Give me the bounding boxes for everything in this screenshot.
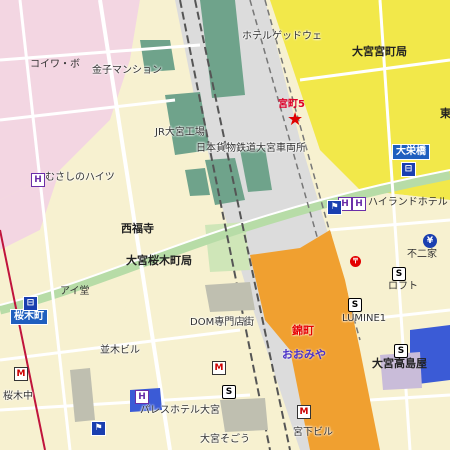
label-kaneko-mansion: 金子マンション <box>92 65 162 76</box>
label-kinko: コイワ・ボ <box>30 59 80 70</box>
map-view[interactable]: ホテルゲッドウェ 大宮宮町局 コイワ・ボ 金子マンション 宮町5 東 JR大宮工… <box>0 0 450 450</box>
rail-yard-building <box>185 168 210 196</box>
star-marker-icon[interactable]: ★ <box>287 111 303 129</box>
train-station-icon[interactable]: ⊟ <box>401 162 416 177</box>
label-hotel-gateway: ホテルゲッドウェ <box>242 31 322 42</box>
hotel-icon[interactable]: H <box>135 390 149 404</box>
label-omiya-takashimaya: 大宮高島屋 <box>372 357 427 370</box>
shop-icon[interactable]: S <box>392 267 406 281</box>
hotel-icon[interactable]: H <box>352 197 366 211</box>
label-miyashita-building: 宮下ビル <box>293 427 333 438</box>
label-omiya-bridge: 大栄橋 <box>392 144 430 160</box>
shop-icon[interactable]: S <box>222 385 236 399</box>
label-rofto: ロフト <box>388 281 418 292</box>
train-station-icon[interactable]: ⊟ <box>23 296 38 311</box>
label-saifukuji: 西福寺 <box>121 222 154 235</box>
fastfood-icon[interactable]: M <box>14 367 28 381</box>
police-icon[interactable]: ⚑ <box>91 421 106 436</box>
fastfood-icon[interactable]: M <box>212 361 226 375</box>
shop-icon[interactable]: S <box>348 298 362 312</box>
label-omiya-sogo: 大宮そごう <box>200 434 250 445</box>
label-omiya-miyamachi-post: 大宮宮町局 <box>352 45 407 58</box>
label-hotel-highland: ハイランドホテル <box>368 197 448 208</box>
label-nishiki: 錦町 <box>292 324 314 337</box>
label-dom-shop: DOM専門店街 <box>190 317 255 328</box>
police-icon[interactable]: ⚑ <box>327 200 342 215</box>
label-musashi-heights: むさしのハイツ <box>45 172 115 183</box>
label-ai-do: アイ堂 <box>60 286 90 297</box>
label-omiya-kana: おおみや <box>282 348 326 361</box>
building <box>205 282 255 312</box>
label-lumine: LUMINE1 <box>342 313 387 324</box>
label-sakuragicho-post: 大宮桜木町局 <box>126 254 192 267</box>
label-east-edge: 東 <box>440 107 450 120</box>
postbox-icon[interactable]: 〒 <box>350 256 361 267</box>
fastfood-icon[interactable]: M <box>297 405 311 419</box>
label-namiki-building: 並木ビル <box>100 345 140 356</box>
shop-icon[interactable]: S <box>394 344 408 358</box>
label-jr-factory: JR大宮工場 <box>155 127 205 138</box>
building <box>220 398 268 432</box>
label-palace-hotel: パレスホテル大宮 <box>140 405 220 416</box>
label-sakuragi-middle: 桜木中 <box>3 391 33 402</box>
label-fujiya: 不二家 <box>407 249 437 260</box>
hotel-icon[interactable]: H <box>31 173 45 187</box>
label-sakuragicho-station: 桜木町 <box>10 309 48 325</box>
label-freight-station: 日本貨物鉄道大宮車両所 <box>196 143 306 154</box>
bank-icon[interactable]: ¥ <box>423 234 437 248</box>
